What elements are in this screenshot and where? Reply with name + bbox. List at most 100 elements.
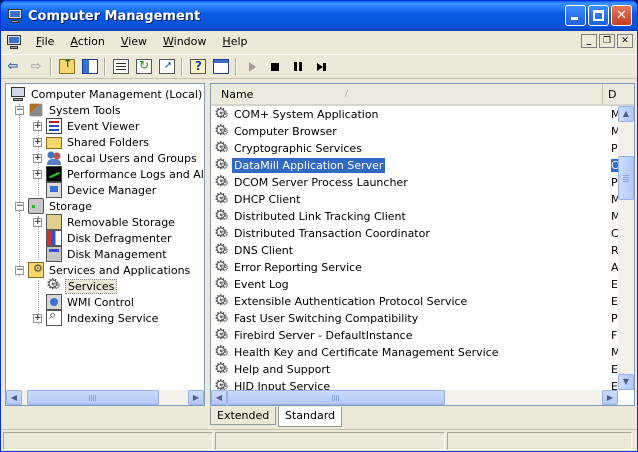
console-tree-icon [82,59,98,74]
mmc-document-icon[interactable] [6,34,22,50]
collapse-icon[interactable]: − [15,201,24,211]
view-tabs: Extended Standard [210,407,630,427]
service-row[interactable]: Cryptographic ServicesP [214,138,618,157]
scroll-right-icon[interactable]: ▶ [188,390,204,405]
service-row[interactable]: DCOM Server Process LauncherP [214,172,618,191]
menu-view[interactable]: View [113,32,155,52]
collapse-icon[interactable]: − [15,105,24,115]
tree-item-wmi-control[interactable]: WMI Control [46,294,136,310]
collapse-icon[interactable]: − [15,265,24,275]
refresh-button[interactable] [133,56,155,78]
column-header-description-label: D [608,88,617,101]
defragmenter-icon [46,230,62,246]
mdi-minimize-button[interactable]: _ [581,34,597,48]
scroll-thumb[interactable] [27,390,159,405]
tree-item-removable-storage[interactable]: + Removable Storage [33,214,177,230]
scroll-right-icon[interactable]: ▶ [602,390,618,405]
pause-service-button[interactable] [287,56,309,78]
expand-icon[interactable]: + [33,217,42,227]
scroll-left-icon[interactable]: ◀ [6,390,22,405]
service-row[interactable]: COM+ System ApplicationM [214,104,621,123]
tree-horizontal-scrollbar[interactable]: ◀ ▶ [6,390,204,405]
tree-item-performance-logs[interactable]: + Performance Logs and Alerts [33,166,204,182]
view-button[interactable] [210,56,232,78]
tree-item-disk-management[interactable]: Disk Management [46,246,169,262]
tree-item-indexing-service[interactable]: + Indexing Service [33,308,160,326]
start-service-button[interactable] [241,56,263,78]
menu-help[interactable]: Help [214,32,255,52]
scroll-down-icon[interactable]: ▼ [618,374,634,390]
expand-icon[interactable]: + [33,137,42,147]
service-row[interactable]: DHCP ClientM [214,189,621,208]
service-row[interactable]: Distributed Link Tracking ClientM [214,206,621,225]
expand-icon[interactable]: + [33,169,42,179]
service-row[interactable]: DataMill Application ServerC [214,155,631,174]
console-tree[interactable]: Computer Management (Local) − System Too… [5,83,205,406]
shared-folder-icon [46,137,62,149]
minimize-button[interactable] [565,5,586,26]
show-hide-tree-button[interactable] [79,56,101,78]
service-row[interactable]: Health Key and Certificate Management Se… [214,342,621,361]
forward-button[interactable]: ⇨ [25,56,47,78]
service-row[interactable]: Help and SupportE [214,359,618,378]
mdi-close-button[interactable]: ✕ [617,34,633,48]
tree-item-disk-defragmenter[interactable]: Disk Defragmenter [46,230,174,246]
column-header-description[interactable]: D [603,84,616,104]
service-row[interactable]: Extensible Authentication Protocol Servi… [214,291,618,310]
service-row[interactable]: Error Reporting ServiceA [214,257,619,276]
expand-icon[interactable]: + [33,313,42,323]
tree-root[interactable]: Computer Management (Local) [10,86,204,102]
service-row[interactable]: Fast User Switching CompatibilityP [214,308,618,327]
list-vertical-scrollbar[interactable]: ▲ ▼ [618,106,634,390]
tree-item-event-viewer[interactable]: + Event Viewer [33,118,141,134]
tree-item-shared-folders[interactable]: + Shared Folders [33,134,151,150]
title-bar[interactable]: Computer Management ✕ [1,1,637,31]
tree-label: Event Viewer [67,119,140,133]
list-horizontal-scrollbar[interactable]: ◀ ▶ [211,390,618,405]
menu-action[interactable]: Action [62,32,112,52]
restart-icon [316,62,326,71]
service-name: Computer Browser [234,125,337,138]
tree-item-storage[interactable]: − Storage [15,198,94,214]
tab-extended[interactable]: Extended [210,407,277,425]
service-row[interactable]: Event LogE [214,274,618,293]
back-button[interactable]: ⇦ [2,56,24,78]
service-name: Help and Support [234,363,331,376]
scroll-thumb[interactable] [618,156,634,200]
restart-service-button[interactable] [310,56,332,78]
scroll-up-icon[interactable]: ▲ [618,106,634,122]
forward-arrow-icon: ⇨ [30,59,42,74]
tree-item-system-tools[interactable]: − System Tools [15,102,123,118]
expand-icon[interactable]: + [33,121,42,131]
services-list[interactable]: Name / D COM+ System ApplicationMCompute… [210,83,635,406]
scroll-left-icon[interactable]: ◀ [211,390,227,405]
close-button[interactable]: ✕ [611,5,632,26]
expand-icon[interactable]: + [33,153,42,163]
menu-file[interactable]: File [28,32,62,52]
help-button[interactable] [187,56,209,78]
status-cell [215,432,445,450]
menu-window[interactable]: Window [155,32,214,52]
stop-service-button[interactable] [264,56,286,78]
up-one-level-button[interactable] [56,56,78,78]
maximize-icon [593,10,604,21]
maximize-button[interactable] [588,5,609,26]
service-row[interactable]: DNS ClientR [214,240,619,259]
tree-label: Storage [49,199,93,213]
tab-standard[interactable]: Standard [278,407,343,427]
scroll-thumb[interactable] [227,390,445,405]
sort-ascending-icon: / [345,89,349,99]
service-row[interactable]: Computer BrowserM [214,121,621,140]
tree-item-services-and-applications[interactable]: − Services and Applications [15,262,192,278]
service-row[interactable]: Firebird Server - DefaultInstanceF [214,325,617,344]
service-row[interactable]: Distributed Transaction CoordinatorC [214,223,619,242]
column-header-name[interactable]: Name / [211,84,603,105]
export-list-button[interactable] [156,56,178,78]
tree-item-local-users[interactable]: + Local Users and Groups [33,150,199,166]
menu-action-label: ction [77,35,105,48]
properties-button[interactable] [110,56,132,78]
tree-item-services[interactable]: Services [46,275,118,294]
mdi-restore-button[interactable]: ❐ [599,34,615,48]
service-name: Distributed Link Tracking Client [234,210,406,223]
tree-item-device-manager[interactable]: Device Manager [46,182,158,198]
